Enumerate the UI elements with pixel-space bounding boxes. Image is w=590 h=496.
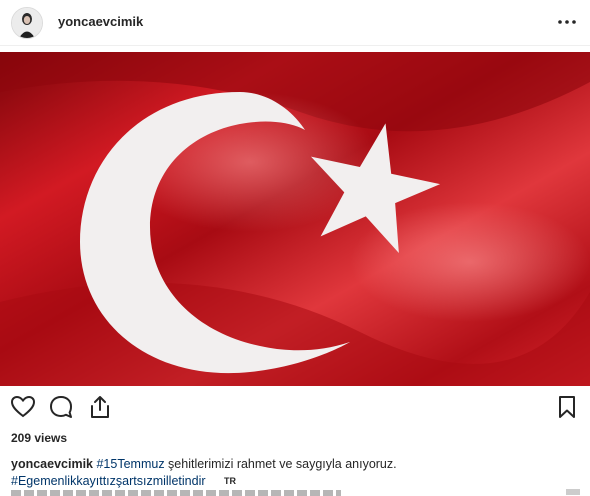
post-video[interactable]: [0, 52, 590, 386]
turkish-flag-image: [0, 52, 590, 386]
caption: yoncaevcimik #15Temmuz şehitlerimizi rah…: [11, 457, 581, 472]
heart-icon[interactable]: [10, 394, 36, 420]
hashtag-link-2[interactable]: #Egemenlikkayıttızşartsızmilletindir: [11, 474, 206, 488]
caption-text: şehitlerimizi rahmet ve saygıyla anıyoru…: [164, 457, 397, 471]
cropped-text-fragment: [566, 489, 580, 495]
comment-icon[interactable]: [48, 394, 74, 420]
avatar[interactable]: [11, 7, 43, 39]
post-header: yoncaevcimik: [0, 0, 590, 46]
cropped-text-line: [11, 490, 341, 496]
bookmark-icon[interactable]: [554, 394, 580, 420]
hashtag-link[interactable]: #15Temmuz: [96, 457, 164, 471]
action-bar: [0, 394, 590, 424]
more-icon[interactable]: [556, 14, 578, 30]
caption-username[interactable]: yoncaevcimik: [11, 457, 93, 471]
post-username[interactable]: yoncaevcimik: [58, 14, 143, 29]
share-icon[interactable]: [87, 394, 113, 420]
views-count[interactable]: 209 views: [11, 431, 67, 445]
avatar-image: [12, 8, 42, 38]
language-badge[interactable]: TR: [224, 476, 236, 486]
